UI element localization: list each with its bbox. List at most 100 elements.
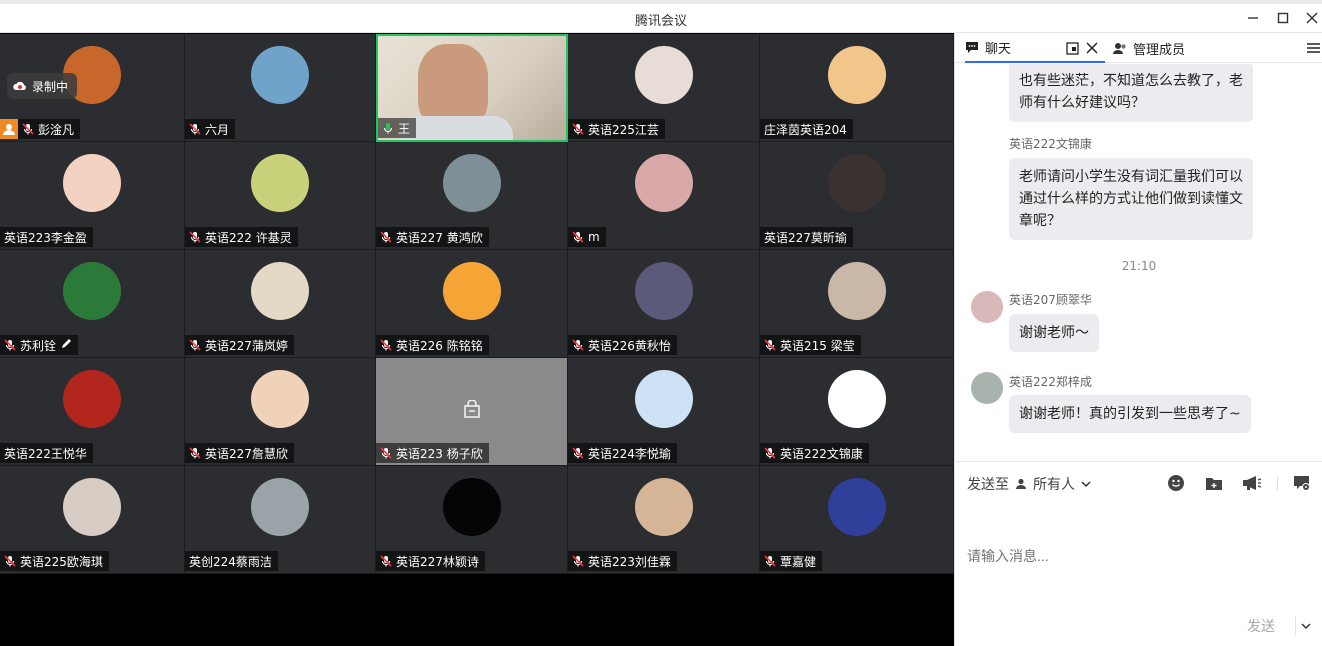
popout-chat-button[interactable] (1066, 33, 1079, 63)
participant-tile[interactable]: 英语227莫昕瑜 (760, 142, 954, 250)
participant-tile[interactable]: 苏利铨 (0, 250, 185, 358)
toolbar-divider (1277, 476, 1278, 490)
participant-avatar (251, 370, 309, 428)
participant-tile[interactable]: 英语227蒲岚婷 (185, 250, 376, 358)
participant-tile[interactable]: 英语226黄秋怡 (568, 250, 760, 358)
participant-tile[interactable]: 英语223李金盈 (0, 142, 185, 250)
participant-name: 英语222文锦康 (780, 446, 863, 461)
participant-tile[interactable]: 覃嘉健 (760, 466, 954, 574)
tab-members[interactable]: 管理成员 (1113, 33, 1185, 63)
recording-label: 录制中 (32, 79, 69, 94)
participant-name: 英语223 杨子欣 (396, 446, 483, 461)
message-bubble: 谢谢老师！真的引发到一些思考了~ (1009, 395, 1251, 433)
announcement-button[interactable] (1241, 472, 1263, 494)
message-timestamp: 21:10 (1121, 259, 1157, 273)
participant-tile[interactable]: 英语226 陈铭铭 (376, 250, 568, 358)
participant-name-bar: 英语222王悦华 (0, 443, 93, 463)
window-title: 腾讯会议 (634, 14, 687, 29)
maximize-icon (1277, 12, 1289, 24)
participant-tile[interactable]: 英语223 杨子欣 (376, 358, 568, 466)
mic-muted-icon (572, 447, 584, 459)
send-options-button[interactable] (1295, 616, 1315, 636)
participant-tile[interactable]: 英创224蔡雨洁 (185, 466, 376, 574)
participant-name: 英语227詹慧欣 (205, 446, 288, 461)
participant-name-bar: 英语227莫昕瑜 (760, 227, 853, 247)
mic-muted-icon (572, 123, 584, 135)
participant-name: 覃嘉健 (780, 554, 817, 569)
chevron-down-icon (1300, 622, 1311, 629)
participant-name: 英语227莫昕瑜 (764, 230, 847, 245)
mic-muted-icon (764, 447, 776, 459)
participant-name-bar: 英语227林颖诗 (376, 551, 485, 571)
message-input[interactable] (967, 506, 1311, 606)
participant-name: 英语223李金盈 (4, 230, 87, 245)
participant-name: 苏利铨 (20, 338, 57, 353)
participant-name: 英语225欧海琪 (20, 554, 103, 569)
panel-menu-button[interactable] (1307, 33, 1320, 63)
participant-name: 六月 (205, 122, 230, 137)
participant-avatar (827, 370, 886, 428)
mic-on-icon (382, 122, 394, 134)
host-badge (0, 119, 18, 139)
mic-muted-icon (572, 555, 584, 567)
participant-tile[interactable]: 英语222王悦华 (0, 358, 185, 466)
emoji-icon (1168, 475, 1184, 491)
participant-name-bar: m (568, 227, 606, 247)
megaphone-icon (1243, 476, 1262, 490)
participant-name: 庄泽茵英语204 (764, 122, 847, 137)
participant-tile[interactable]: 英语222文锦康 (760, 358, 954, 466)
participant-name: 英语226黄秋怡 (588, 338, 671, 353)
annotation-pen-icon (60, 338, 72, 353)
participant-name-bar: 英语227蒲岚婷 (185, 335, 294, 355)
maximize-button[interactable] (1273, 8, 1293, 28)
close-chat-tab-button[interactable] (1086, 33, 1098, 63)
send-to-selector[interactable]: 发送至 所有人 (967, 474, 1091, 494)
menu-icon (1307, 43, 1320, 53)
participant-tile[interactable]: 王 (376, 34, 568, 142)
participant-tile[interactable]: 英语225欧海琪 (0, 466, 185, 574)
send-button[interactable]: 发送 (1247, 616, 1275, 636)
participant-name-bar: 覃嘉健 (760, 551, 823, 571)
message-composer: 发送至 所有人 发送 (955, 461, 1322, 646)
mic-muted-icon (189, 231, 201, 243)
participant-name: m (588, 230, 600, 244)
participant-avatar (827, 262, 886, 320)
participant-tile[interactable]: 英语215 梁莹 (760, 250, 954, 358)
participant-name: 英创224蔡雨洁 (189, 554, 272, 569)
send-file-button[interactable] (1203, 472, 1225, 494)
tab-members-label: 管理成员 (1133, 42, 1186, 58)
host-icon (3, 124, 15, 135)
recording-badge[interactable]: 录制中 (7, 73, 78, 99)
participant-name-bar: 英语222 许基灵 (185, 227, 298, 247)
mic-muted-icon (572, 231, 584, 243)
participant-name: 英语222 许基灵 (205, 230, 292, 245)
participant-tile[interactable]: 英语224李悦瑜 (568, 358, 760, 466)
minimize-button[interactable] (1243, 8, 1263, 28)
participant-tile[interactable]: 英语222 许基灵 (185, 142, 376, 250)
participant-name: 英语227蒲岚婷 (205, 338, 288, 353)
close-window-button[interactable] (1302, 8, 1322, 28)
mic-muted-icon (764, 555, 776, 567)
participant-name-bar: 英语225欧海琪 (0, 551, 109, 571)
participant-tile[interactable]: 庄泽茵英语204 (760, 34, 954, 142)
participant-tile[interactable]: 英语227林颖诗 (376, 466, 568, 574)
participant-name-bar: 六月 (185, 119, 236, 139)
participant-name-bar: 英语226 陈铭铭 (376, 335, 489, 355)
participant-tile[interactable]: 英语227詹慧欣 (185, 358, 376, 466)
chat-settings-button[interactable] (1291, 472, 1313, 494)
emoji-button[interactable] (1165, 472, 1187, 494)
tab-chat[interactable]: 聊天 (965, 33, 1105, 63)
participant-tile[interactable]: m (568, 142, 760, 250)
mic-muted-icon (22, 123, 34, 135)
participant-name-bar: 英语224李悦瑜 (568, 443, 677, 463)
participant-tile[interactable]: 英语223刘佳霖 (568, 466, 760, 574)
participant-tile[interactable]: 英语227 黄鸿欣 (376, 142, 568, 250)
chat-settings-icon (1294, 475, 1310, 491)
participant-tile[interactable]: 六月 (185, 34, 376, 142)
participant-tile[interactable]: 英语225江芸 (568, 34, 760, 142)
mic-muted-icon (189, 123, 201, 135)
participant-avatar (251, 46, 309, 104)
sender-avatar[interactable] (971, 372, 1003, 404)
participant-name-bar: 英语225江芸 (568, 119, 665, 139)
sender-avatar[interactable] (971, 291, 1003, 323)
